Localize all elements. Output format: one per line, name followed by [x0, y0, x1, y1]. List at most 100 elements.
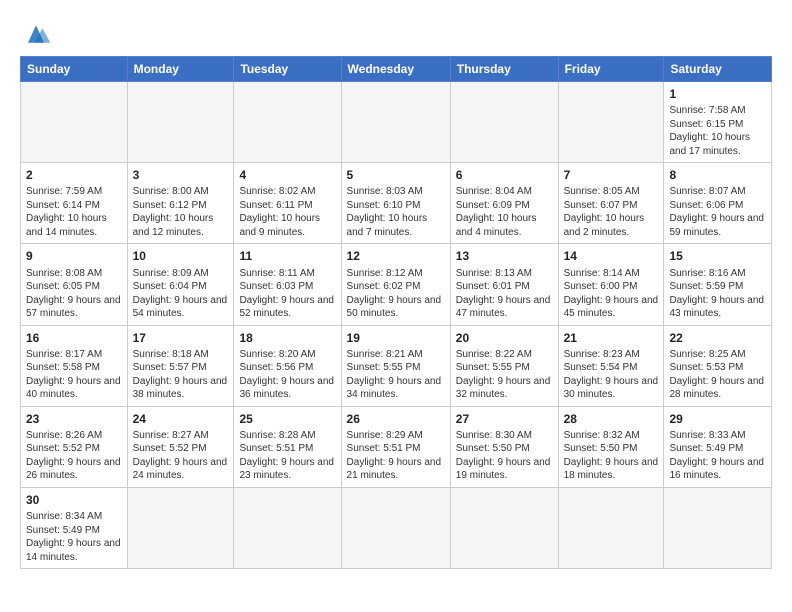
general-blue-logo-icon [20, 20, 52, 48]
logo [20, 20, 56, 48]
cell-day-number: 2 [26, 167, 122, 183]
calendar-cell [341, 82, 450, 163]
cell-info-text: Sunrise: 8:18 AM Sunset: 5:57 PM Dayligh… [133, 348, 229, 402]
week-row-2: 2 Sunrise: 7:59 AM Sunset: 6:14 PM Daylig… [21, 163, 772, 244]
week-row-1: 1Sunrise: 7:58 AM Sunset: 6:15 PM Daylig… [21, 82, 772, 163]
calendar-cell: 14 Sunrise: 8:14 AM Sunset: 6:00 PM Dayli… [558, 244, 664, 325]
calendar-cell [127, 82, 234, 163]
cell-day-number: 29 [669, 411, 766, 427]
cell-info-text: Sunrise: 8:12 AM Sunset: 6:02 PM Dayligh… [347, 267, 445, 321]
cell-info-text: Sunrise: 8:33 AM Sunset: 5:49 PM Dayligh… [669, 429, 766, 483]
cell-day-number: 24 [133, 411, 229, 427]
cell-day-number: 27 [456, 411, 553, 427]
header [20, 16, 772, 48]
cell-info-text: Sunrise: 8:32 AM Sunset: 5:50 PM Dayligh… [564, 429, 659, 483]
calendar-cell: 28 Sunrise: 8:32 AM Sunset: 5:50 PM Dayli… [558, 406, 664, 487]
calendar-cell: 24 Sunrise: 8:27 AM Sunset: 5:52 PM Dayli… [127, 406, 234, 487]
calendar-cell: 9 Sunrise: 8:08 AM Sunset: 6:05 PM Daylig… [21, 244, 128, 325]
cell-day-number: 5 [347, 167, 445, 183]
calendar-cell: 30 Sunrise: 8:34 AM Sunset: 5:49 PM Dayli… [21, 487, 128, 568]
cell-day-number: 17 [133, 330, 229, 346]
calendar-table: SundayMondayTuesdayWednesdayThursdayFrid… [20, 56, 772, 569]
cell-info-text: Sunrise: 8:02 AM Sunset: 6:11 PM Dayligh… [239, 185, 335, 239]
calendar-cell [450, 82, 558, 163]
cell-day-number: 15 [669, 248, 766, 264]
calendar-cell [234, 82, 341, 163]
calendar-cell: 19Sunrise: 8:21 AM Sunset: 5:55 PM Dayli… [341, 325, 450, 406]
cell-day-number: 3 [133, 167, 229, 183]
week-row-3: 9 Sunrise: 8:08 AM Sunset: 6:05 PM Daylig… [21, 244, 772, 325]
calendar-cell: 2 Sunrise: 7:59 AM Sunset: 6:14 PM Daylig… [21, 163, 128, 244]
cell-day-number: 30 [26, 492, 122, 508]
calendar-cell: 7 Sunrise: 8:05 AM Sunset: 6:07 PM Daylig… [558, 163, 664, 244]
cell-day-number: 21 [564, 330, 659, 346]
calendar-cell [127, 487, 234, 568]
calendar-cell: 15 Sunrise: 8:16 AM Sunset: 5:59 PM Dayli… [664, 244, 772, 325]
cell-day-number: 11 [239, 248, 335, 264]
cell-info-text: Sunrise: 8:05 AM Sunset: 6:07 PM Dayligh… [564, 185, 659, 239]
cell-info-text: Sunrise: 8:25 AM Sunset: 5:53 PM Dayligh… [669, 348, 766, 402]
calendar-cell [450, 487, 558, 568]
cell-info-text: Sunrise: 8:21 AM Sunset: 5:55 PM Dayligh… [347, 348, 445, 402]
week-row-4: 16Sunrise: 8:17 AM Sunset: 5:58 PM Dayli… [21, 325, 772, 406]
cell-info-text: Sunrise: 8:16 AM Sunset: 5:59 PM Dayligh… [669, 267, 766, 321]
cell-info-text: Sunrise: 8:14 AM Sunset: 6:00 PM Dayligh… [564, 267, 659, 321]
cell-day-number: 10 [133, 248, 229, 264]
weekday-header-row: SundayMondayTuesdayWednesdayThursdayFrid… [21, 57, 772, 82]
cell-info-text: Sunrise: 8:11 AM Sunset: 6:03 PM Dayligh… [239, 267, 335, 321]
cell-day-number: 13 [456, 248, 553, 264]
cell-day-number: 28 [564, 411, 659, 427]
calendar-cell: 16Sunrise: 8:17 AM Sunset: 5:58 PM Dayli… [21, 325, 128, 406]
cell-info-text: Sunrise: 8:04 AM Sunset: 6:09 PM Dayligh… [456, 185, 553, 239]
calendar-cell: 13 Sunrise: 8:13 AM Sunset: 6:01 PM Dayli… [450, 244, 558, 325]
cell-info-text: Sunrise: 8:00 AM Sunset: 6:12 PM Dayligh… [133, 185, 229, 239]
calendar-cell [558, 487, 664, 568]
cell-day-number: 12 [347, 248, 445, 264]
cell-day-number: 14 [564, 248, 659, 264]
calendar-cell [341, 487, 450, 568]
page: SundayMondayTuesdayWednesdayThursdayFrid… [0, 0, 792, 579]
weekday-thursday: Thursday [450, 57, 558, 82]
cell-info-text: Sunrise: 7:58 AM Sunset: 6:15 PM Dayligh… [669, 104, 766, 158]
cell-day-number: 9 [26, 248, 122, 264]
cell-day-number: 20 [456, 330, 553, 346]
calendar-cell: 5Sunrise: 8:03 AM Sunset: 6:10 PM Daylig… [341, 163, 450, 244]
calendar-cell: 12 Sunrise: 8:12 AM Sunset: 6:02 PM Dayli… [341, 244, 450, 325]
weekday-sunday: Sunday [21, 57, 128, 82]
weekday-wednesday: Wednesday [341, 57, 450, 82]
cell-day-number: 16 [26, 330, 122, 346]
calendar-cell [234, 487, 341, 568]
calendar-cell: 21Sunrise: 8:23 AM Sunset: 5:54 PM Dayli… [558, 325, 664, 406]
calendar-cell: 4Sunrise: 8:02 AM Sunset: 6:11 PM Daylig… [234, 163, 341, 244]
calendar-cell: 11 Sunrise: 8:11 AM Sunset: 6:03 PM Dayli… [234, 244, 341, 325]
cell-day-number: 8 [669, 167, 766, 183]
cell-info-text: Sunrise: 8:26 AM Sunset: 5:52 PM Dayligh… [26, 429, 122, 483]
cell-info-text: Sunrise: 8:20 AM Sunset: 5:56 PM Dayligh… [239, 348, 335, 402]
cell-day-number: 7 [564, 167, 659, 183]
cell-day-number: 6 [456, 167, 553, 183]
calendar-cell: 29 Sunrise: 8:33 AM Sunset: 5:49 PM Dayli… [664, 406, 772, 487]
cell-day-number: 26 [347, 411, 445, 427]
calendar-cell: 26Sunrise: 8:29 AM Sunset: 5:51 PM Dayli… [341, 406, 450, 487]
weekday-saturday: Saturday [664, 57, 772, 82]
calendar-cell: 22 Sunrise: 8:25 AM Sunset: 5:53 PM Dayli… [664, 325, 772, 406]
cell-info-text: Sunrise: 8:34 AM Sunset: 5:49 PM Dayligh… [26, 510, 122, 564]
calendar-cell: 3 Sunrise: 8:00 AM Sunset: 6:12 PM Daylig… [127, 163, 234, 244]
cell-info-text: Sunrise: 8:13 AM Sunset: 6:01 PM Dayligh… [456, 267, 553, 321]
calendar-cell: 20 Sunrise: 8:22 AM Sunset: 5:55 PM Dayli… [450, 325, 558, 406]
cell-info-text: Sunrise: 8:27 AM Sunset: 5:52 PM Dayligh… [133, 429, 229, 483]
cell-day-number: 22 [669, 330, 766, 346]
cell-info-text: Sunrise: 8:28 AM Sunset: 5:51 PM Dayligh… [239, 429, 335, 483]
calendar-cell: 1Sunrise: 7:58 AM Sunset: 6:15 PM Daylig… [664, 82, 772, 163]
calendar-cell: 23Sunrise: 8:26 AM Sunset: 5:52 PM Dayli… [21, 406, 128, 487]
weekday-monday: Monday [127, 57, 234, 82]
weekday-friday: Friday [558, 57, 664, 82]
cell-info-text: Sunrise: 8:30 AM Sunset: 5:50 PM Dayligh… [456, 429, 553, 483]
cell-info-text: Sunrise: 8:08 AM Sunset: 6:05 PM Dayligh… [26, 267, 122, 321]
cell-info-text: Sunrise: 8:22 AM Sunset: 5:55 PM Dayligh… [456, 348, 553, 402]
calendar-cell: 18 Sunrise: 8:20 AM Sunset: 5:56 PM Dayli… [234, 325, 341, 406]
cell-info-text: Sunrise: 7:59 AM Sunset: 6:14 PM Dayligh… [26, 185, 122, 239]
cell-day-number: 25 [239, 411, 335, 427]
calendar-cell: 27 Sunrise: 8:30 AM Sunset: 5:50 PM Dayli… [450, 406, 558, 487]
cell-day-number: 18 [239, 330, 335, 346]
